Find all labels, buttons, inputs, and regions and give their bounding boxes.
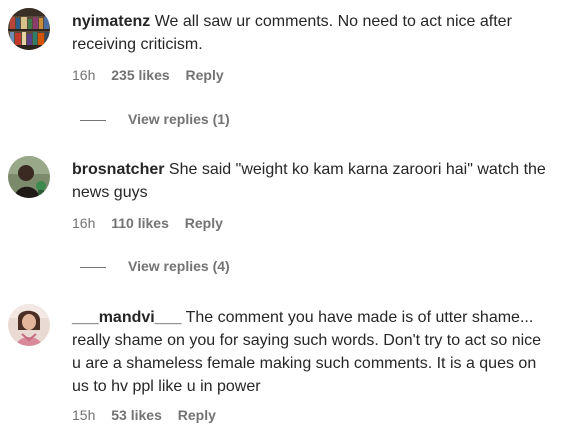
comment-meta: 16h 110 likes Reply xyxy=(72,214,235,232)
comment-time: 16h xyxy=(72,67,96,83)
avatar[interactable] xyxy=(8,156,50,198)
comment-username[interactable]: nyimatenz xyxy=(72,13,150,30)
comment-time: 16h xyxy=(72,215,96,231)
replies-divider-line xyxy=(80,266,106,268)
replies-divider-line xyxy=(80,119,106,121)
comment-body: ___mandvi___ The comment you have made i… xyxy=(72,306,552,398)
bookshelf-avatar-image xyxy=(8,8,50,50)
reply-button[interactable]: Reply xyxy=(185,215,223,231)
view-replies-label: View replies (1) xyxy=(128,111,230,127)
avatar[interactable] xyxy=(8,304,50,346)
comment-body: brosnatcher She said "weight ko kam karn… xyxy=(72,158,552,204)
likes-count[interactable]: 235 likes xyxy=(111,67,169,83)
avatar[interactable] xyxy=(8,8,50,50)
view-replies-button[interactable]: View replies (1) xyxy=(80,110,230,128)
comment-username[interactable]: ___mandvi___ xyxy=(72,309,181,326)
person-avatar-image xyxy=(8,304,50,346)
comment-meta: 16h 235 likes Reply xyxy=(72,66,236,84)
comment-meta: 15h 53 likes Reply xyxy=(72,406,228,424)
likes-count[interactable]: 110 likes xyxy=(111,215,169,231)
reply-button[interactable]: Reply xyxy=(186,67,224,83)
likes-count[interactable]: 53 likes xyxy=(111,407,162,423)
comment-time: 15h xyxy=(72,407,96,423)
reply-button[interactable]: Reply xyxy=(178,407,216,423)
view-replies-label: View replies (4) xyxy=(128,258,230,274)
person-avatar-image xyxy=(8,156,50,198)
view-replies-button[interactable]: View replies (4) xyxy=(80,257,230,275)
comment-username[interactable]: brosnatcher xyxy=(72,161,164,178)
comment-body: nyimatenz We all saw ur comments. No nee… xyxy=(72,10,552,56)
